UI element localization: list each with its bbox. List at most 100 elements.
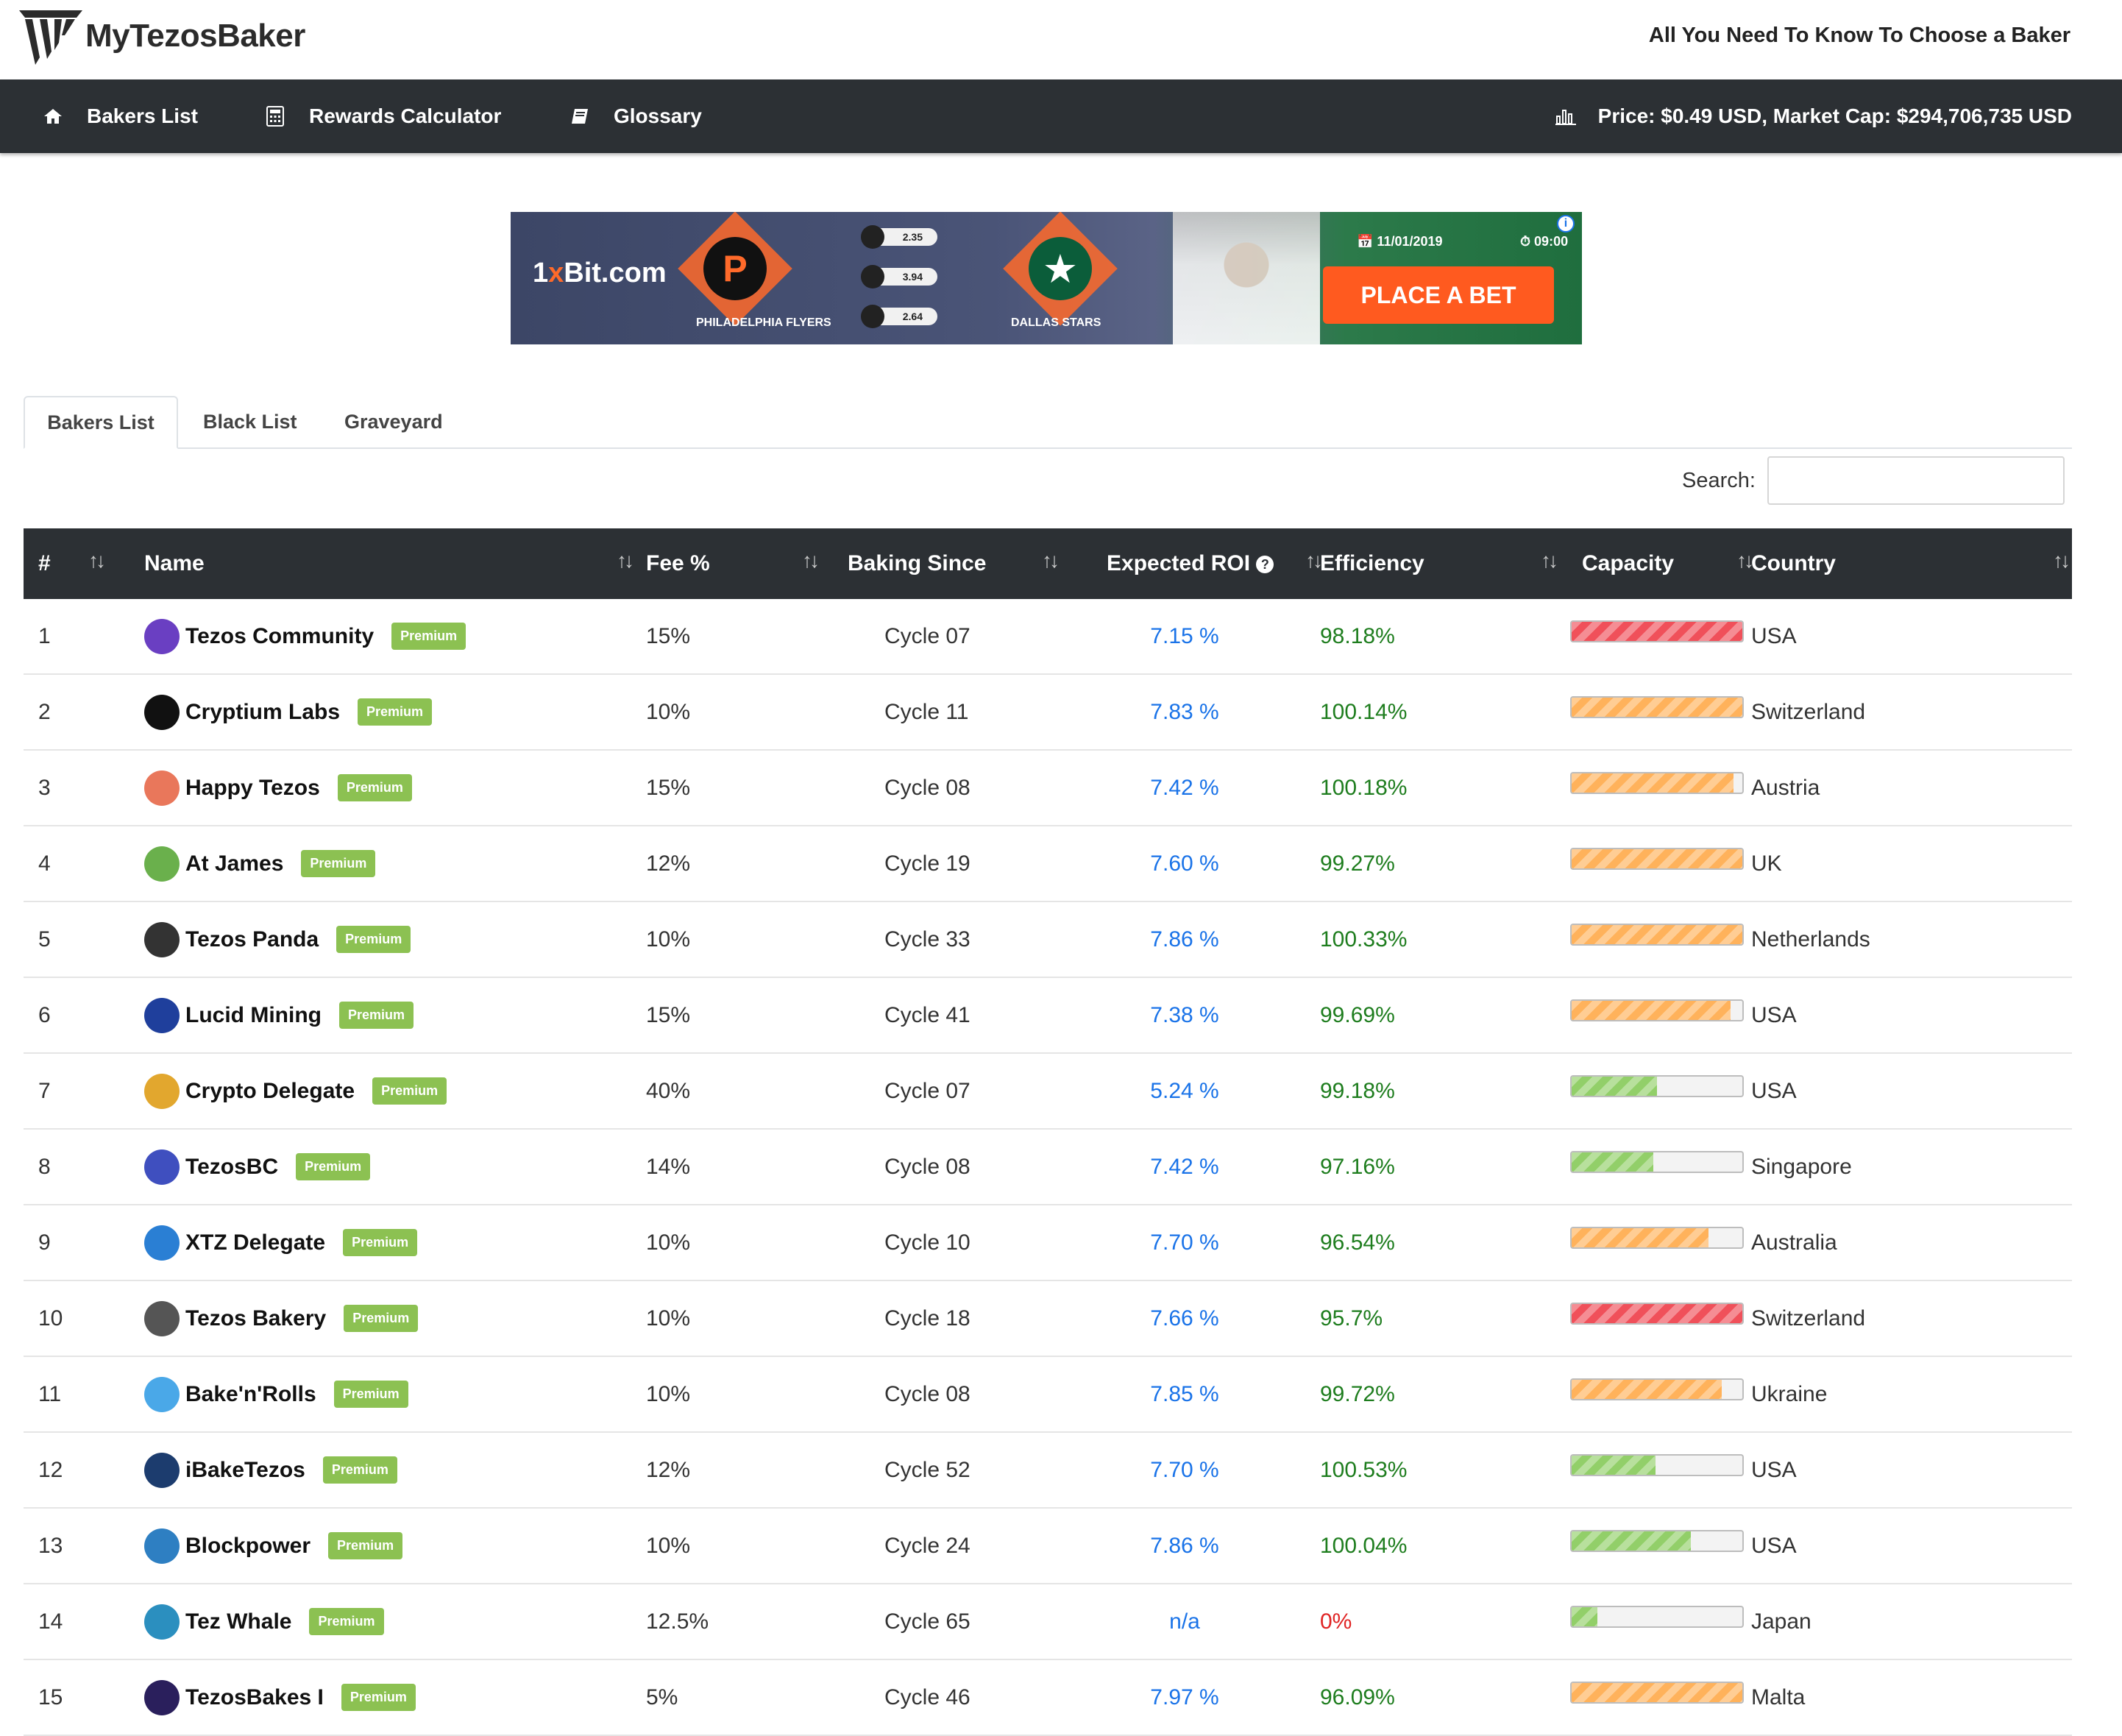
baker-name[interactable]: iBakeTezos	[185, 1458, 305, 1483]
col-expected-roi[interactable]: Expected ROI ? ↑↓	[1079, 528, 1323, 599]
sort-icon: ↑↓	[1736, 549, 1754, 572]
baker-name[interactable]: XTZ Delegate	[185, 1230, 325, 1255]
rank-cell: 8	[24, 1129, 144, 1205]
efficiency-cell: 96.09%	[1320, 1659, 1570, 1736]
baking-since-cell: Cycle 52	[817, 1432, 1079, 1509]
name-cell[interactable]: Lucid Mining Premium	[144, 977, 646, 1054]
table-row[interactable]: 13 Blockpower Premium 10% Cycle 24 7.86 % 100.…	[24, 1508, 2072, 1584]
name-cell[interactable]: Tez Whale Premium	[144, 1584, 646, 1660]
baker-name[interactable]: Tezos Bakery	[185, 1306, 326, 1331]
table-row[interactable]: 12 iBakeTezos Premium 12% Cycle 52 7.70 % 100.…	[24, 1432, 2072, 1509]
ad-banner[interactable]: 1xBit.com P PHILADELPHIA FLYERS 2.35 3.9…	[511, 212, 1582, 344]
name-cell[interactable]: TezosBakes I Premium	[144, 1659, 646, 1736]
name-cell[interactable]: TezosBC Premium	[144, 1129, 646, 1205]
table-row[interactable]: 15 TezosBakes I Premium 5% Cycle 46 7.97 % 96.…	[24, 1659, 2072, 1736]
nav-glossary[interactable]: Glossary	[569, 79, 702, 153]
tab-black-list[interactable]: Black List	[203, 396, 297, 447]
baker-name[interactable]: TezosBC	[185, 1155, 278, 1180]
search-box: Search:	[1682, 456, 2065, 505]
col-name[interactable]: Name ↑↓	[144, 528, 646, 599]
table-row[interactable]: 6 Lucid Mining Premium 15% Cycle 41 7.38 % 99.…	[24, 977, 2072, 1054]
name-cell[interactable]: Tezos Panda Premium	[144, 901, 646, 978]
ad-brand: 1xBit.com	[533, 258, 667, 288]
baker-name[interactable]: Lucid Mining	[185, 1003, 322, 1028]
country-cell: Switzerland	[1751, 1280, 2072, 1357]
baker-name[interactable]: Happy Tezos	[185, 776, 320, 801]
capacity-cell	[1570, 674, 1751, 751]
logo-text: MyTezosBaker	[85, 18, 305, 54]
capacity-fill	[1572, 1606, 1597, 1626]
fee-cell: 10%	[646, 1205, 817, 1281]
capacity-fill	[1572, 1227, 1708, 1247]
baker-name[interactable]: Cryptium Labs	[185, 700, 340, 725]
tab-graveyard[interactable]: Graveyard	[344, 396, 443, 447]
capacity-cell	[1570, 750, 1751, 826]
baker-name[interactable]: Blockpower	[185, 1534, 311, 1559]
table-row[interactable]: 5 Tezos Panda Premium 10% Cycle 33 7.86 % 100.…	[24, 901, 2072, 978]
capacity-fill	[1572, 1076, 1657, 1096]
search-input[interactable]	[1767, 456, 2065, 505]
name-cell[interactable]: iBakeTezos Premium	[144, 1432, 646, 1509]
country-cell: USA	[1751, 599, 2072, 675]
col-country[interactable]: Country ↑↓	[1751, 528, 2072, 599]
ad-info-icon[interactable]: i	[1557, 215, 1575, 233]
premium-badge: Premium	[301, 850, 376, 877]
premium-badge: Premium	[372, 1077, 447, 1105]
name-cell[interactable]: Tezos Bakery Premium	[144, 1280, 646, 1357]
table-row[interactable]: 8 TezosBC Premium 14% Cycle 08 7.42 % 97.16% Si…	[24, 1129, 2072, 1205]
baker-name[interactable]: Tez Whale	[185, 1609, 291, 1634]
fee-cell: 12%	[646, 826, 817, 902]
table-row[interactable]: 10 Tezos Bakery Premium 10% Cycle 18 7.66 % 95…	[24, 1280, 2072, 1357]
baker-name[interactable]: Tezos Community	[185, 624, 374, 649]
efficiency-cell: 97.16%	[1320, 1129, 1570, 1205]
nav-rewards-calculator[interactable]: Rewards Calculator	[265, 79, 501, 153]
name-cell[interactable]: At James Premium	[144, 826, 646, 902]
table-row[interactable]: 4 At James Premium 12% Cycle 19 7.60 % 99.27% U…	[24, 826, 2072, 902]
tab-bakers-list[interactable]: Bakers List	[24, 396, 178, 449]
calculator-icon	[265, 106, 285, 127]
capacity-fill	[1572, 1000, 1731, 1020]
col-fee[interactable]: Fee % ↑↓	[646, 528, 820, 599]
roi-cell: 7.66 %	[1079, 1280, 1320, 1357]
roi-cell: 7.42 %	[1079, 750, 1320, 826]
help-icon[interactable]: ?	[1256, 556, 1274, 574]
baker-name[interactable]: TezosBakes I	[185, 1685, 324, 1710]
baker-name[interactable]: Bake'n'Rolls	[185, 1382, 316, 1407]
baker-name[interactable]: At James	[185, 851, 283, 876]
baker-name[interactable]: Tezos Panda	[185, 927, 319, 952]
name-cell[interactable]: Happy Tezos Premium	[144, 750, 646, 826]
capacity-cell	[1570, 1508, 1751, 1584]
name-cell[interactable]: Cryptium Labs Premium	[144, 674, 646, 751]
name-cell[interactable]: Bake'n'Rolls Premium	[144, 1356, 646, 1433]
table-row[interactable]: 1 Tezos Community Premium 15% Cycle 07 7.15 %…	[24, 599, 2072, 675]
sort-icon: ↑↓	[88, 549, 106, 572]
table-row[interactable]: 3 Happy Tezos Premium 15% Cycle 08 7.42 % 100.…	[24, 750, 2072, 826]
fee-cell: 10%	[646, 901, 817, 978]
baker-logo-icon	[144, 1679, 180, 1715]
capacity-cell	[1570, 1659, 1751, 1736]
rank-cell: 1	[24, 599, 144, 675]
efficiency-cell: 100.18%	[1320, 750, 1570, 826]
table-row[interactable]: 9 XTZ Delegate Premium 10% Cycle 10 7.70 % 96.…	[24, 1205, 2072, 1281]
col-baking-since[interactable]: Baking Since ↑↓	[817, 528, 1079, 599]
table-row[interactable]: 11 Bake'n'Rolls Premium 10% Cycle 08 7.85 % 99…	[24, 1356, 2072, 1433]
baker-name[interactable]: Crypto Delegate	[185, 1079, 355, 1104]
baking-since-cell: Cycle 24	[817, 1508, 1079, 1584]
nav-bakers-list[interactable]: Bakers List	[43, 79, 198, 153]
name-cell[interactable]: Tezos Community Premium	[144, 599, 646, 675]
table-row[interactable]: 7 Crypto Delegate Premium 40% Cycle 07 5.24 %…	[24, 1053, 2072, 1130]
capacity-bar	[1570, 771, 1744, 794]
name-cell[interactable]: Blockpower Premium	[144, 1508, 646, 1584]
col-rank[interactable]: # ↑↓	[24, 528, 144, 599]
table-row[interactable]: 14 Tez Whale Premium 12.5% Cycle 65 n/a 0% Japa…	[24, 1584, 2072, 1660]
capacity-fill	[1572, 697, 1742, 717]
baker-logo-icon	[144, 1073, 180, 1109]
col-efficiency[interactable]: Efficiency ↑↓	[1320, 528, 1570, 599]
col-capacity[interactable]: Capacity ↑↓	[1570, 528, 1754, 599]
table-row[interactable]: 2 Cryptium Labs Premium 10% Cycle 11 7.83 % 10…	[24, 674, 2072, 751]
name-cell[interactable]: Crypto Delegate Premium	[144, 1053, 646, 1130]
rank-cell: 4	[24, 826, 144, 902]
place-bet-button[interactable]: PLACE A BET	[1323, 266, 1554, 324]
site-logo[interactable]: MyTezosBaker	[18, 6, 305, 66]
name-cell[interactable]: XTZ Delegate Premium	[144, 1205, 646, 1281]
